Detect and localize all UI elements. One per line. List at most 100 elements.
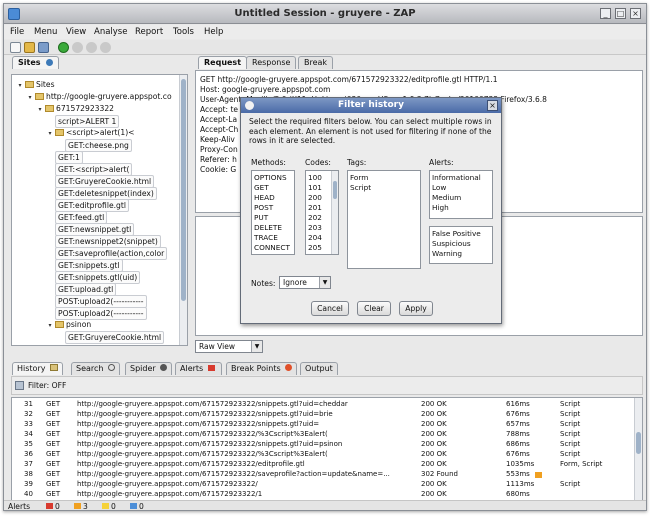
- tree-node[interactable]: POST:upload2(-----------: [47, 307, 147, 320]
- menu-tools[interactable]: Tools: [173, 27, 194, 37]
- method-option[interactable]: DELETE: [254, 223, 282, 233]
- table-row[interactable]: 32 GET http://google-gruyere.appspot.com/6…: [12, 410, 634, 420]
- tree-node[interactable]: GET:deletesnippet(index): [47, 187, 157, 200]
- menu-view[interactable]: View: [66, 27, 86, 37]
- table-row[interactable]: 36 GET http://google-gruyere.appspot.com/6…: [12, 450, 634, 460]
- tag-option[interactable]: Script: [350, 183, 371, 193]
- continue-icon[interactable]: [86, 42, 97, 53]
- tree-node[interactable]: ▾ Sites: [17, 79, 54, 91]
- apply-button[interactable]: Apply: [399, 301, 433, 316]
- alert-reliability-option[interactable]: Suspicious: [432, 239, 471, 249]
- code-option[interactable]: 101: [308, 183, 322, 193]
- method-option[interactable]: GET: [254, 183, 269, 193]
- clear-button[interactable]: Clear: [357, 301, 391, 316]
- tree-node[interactable]: script>ALERT 1: [47, 115, 120, 128]
- tree-node[interactable]: GET:1: [47, 151, 83, 164]
- menu-menu[interactable]: Menu: [34, 27, 57, 37]
- table-row[interactable]: 34 GET http://google-gruyere.appspot.com/6…: [12, 430, 634, 440]
- codes-scrollbar[interactable]: [331, 171, 338, 254]
- tab-request[interactable]: Request: [198, 56, 248, 69]
- expand-toggle-icon[interactable]: ▾: [47, 128, 53, 139]
- tree-node[interactable]: ▾ psinon: [47, 319, 91, 330]
- codes-list[interactable]: 100 101 200 201 202 203 204 205: [305, 170, 339, 255]
- codes-scroll-thumb[interactable]: [333, 181, 337, 199]
- dialog-close-icon[interactable]: ×: [487, 100, 498, 111]
- step-icon[interactable]: [72, 42, 83, 53]
- maximize-icon[interactable]: □: [615, 8, 626, 19]
- method-option[interactable]: PUT: [254, 213, 268, 223]
- tab-history[interactable]: History: [12, 362, 64, 375]
- tree-node[interactable]: GET:GruyereCookie.html: [57, 331, 165, 344]
- history-scroll-thumb[interactable]: [636, 432, 641, 454]
- expand-toggle-icon[interactable]: ▾: [27, 92, 33, 103]
- tab-break[interactable]: Break: [298, 56, 334, 69]
- history-scrollbar[interactable]: [634, 398, 642, 500]
- table-row[interactable]: 40 GET http://google-gruyere.appspot.com/6…: [12, 490, 634, 500]
- code-option[interactable]: 201: [308, 203, 322, 213]
- tab-break-points[interactable]: Break Points: [226, 362, 298, 375]
- filter-icon[interactable]: [15, 381, 24, 390]
- tab-alerts[interactable]: Alerts: [175, 362, 222, 375]
- method-option[interactable]: OPTIONS: [254, 173, 287, 183]
- expand-toggle-icon[interactable]: ▾: [47, 320, 53, 331]
- tree-node[interactable]: ▾ 671572923322: [37, 103, 114, 114]
- tree-node[interactable]: ▾ http://google-gruyere.appspot.co: [27, 91, 171, 103]
- menu-report[interactable]: Report: [135, 27, 163, 37]
- tree-node[interactable]: ▾ <script>alert(1)<: [47, 127, 134, 139]
- tags-list[interactable]: Form Script: [347, 170, 421, 269]
- stop-icon[interactable]: [100, 42, 111, 53]
- tree-node[interactable]: GET:editprofile.gtl: [47, 199, 129, 212]
- close-icon[interactable]: ×: [630, 8, 641, 19]
- expand-toggle-icon[interactable]: ▾: [37, 104, 43, 115]
- code-option[interactable]: 200: [308, 193, 322, 203]
- tree-node[interactable]: GET:GruyereCookie.html: [47, 175, 155, 188]
- save-session-icon[interactable]: [38, 42, 49, 53]
- tree-node[interactable]: POST:upload2(-----------: [47, 295, 147, 308]
- table-row[interactable]: 31 GET http://google-gruyere.appspot.com/6…: [12, 400, 634, 410]
- method-option[interactable]: TRACE: [254, 233, 278, 243]
- table-row[interactable]: 37 GET http://google-gruyere.appspot.com/6…: [12, 460, 634, 470]
- table-row[interactable]: 39 GET http://google-gruyere.appspot.com/6…: [12, 480, 634, 490]
- alert-reliability-option[interactable]: False Positive: [432, 229, 481, 239]
- menu-file[interactable]: File: [10, 27, 24, 37]
- tab-search[interactable]: Search: [71, 362, 121, 375]
- methods-list[interactable]: OPTIONS GET HEAD POST PUT DELETE TRACE CONNECT: [251, 170, 295, 255]
- tree-node[interactable]: GET:upload.gtl: [47, 283, 117, 296]
- method-option[interactable]: POST: [254, 203, 273, 213]
- start-icon[interactable]: [58, 42, 69, 53]
- tree-node[interactable]: GET:feed.gtl: [47, 211, 108, 224]
- notes-select[interactable]: Ignore ▼: [279, 276, 331, 289]
- cancel-button[interactable]: Cancel: [311, 301, 349, 316]
- table-row[interactable]: 38 GET http://google-gruyere.appspot.com/6…: [12, 470, 634, 480]
- alert-risk-option[interactable]: High: [432, 203, 449, 213]
- code-option[interactable]: 202: [308, 213, 322, 223]
- tree-scroll-thumb[interactable]: [181, 79, 186, 301]
- alert-risk-option[interactable]: Informational: [432, 173, 481, 183]
- new-session-icon[interactable]: [10, 42, 21, 53]
- tree-node[interactable]: GET:newsnippet2(snippet): [47, 235, 161, 248]
- menu-analyse[interactable]: Analyse: [94, 27, 127, 37]
- view-mode-select[interactable]: Raw View ▼: [195, 340, 263, 353]
- alert-risk-option[interactable]: Low: [432, 183, 446, 193]
- code-option[interactable]: 204: [308, 233, 322, 243]
- tab-sites[interactable]: Sites: [12, 56, 60, 69]
- tree-node[interactable]: GET:saveprofile(action,color: [47, 247, 168, 260]
- expand-toggle-icon[interactable]: ▾: [17, 80, 23, 91]
- tag-option[interactable]: Form: [350, 173, 368, 183]
- tab-spider[interactable]: Spider: [125, 362, 173, 375]
- minimize-icon[interactable]: _: [600, 8, 611, 19]
- alerts-risk-list[interactable]: Informational Low Medium High: [429, 170, 493, 219]
- table-row[interactable]: 33 GET http://google-gruyere.appspot.com/6…: [12, 420, 634, 430]
- code-option[interactable]: 203: [308, 223, 322, 233]
- tree-scrollbar[interactable]: [179, 75, 187, 345]
- method-option[interactable]: CONNECT: [254, 243, 290, 253]
- tree-node[interactable]: GET:snippets.gtl: [47, 259, 123, 272]
- alert-risk-option[interactable]: Medium: [432, 193, 461, 203]
- tree-node[interactable]: GET:newsnippet.gtl: [47, 223, 135, 236]
- alerts-reliability-list[interactable]: False Positive Suspicious Warning: [429, 226, 493, 264]
- alert-reliability-option[interactable]: Warning: [432, 249, 462, 259]
- tree-node[interactable]: GET:cheese.png: [57, 139, 132, 152]
- code-option[interactable]: 100: [308, 173, 322, 183]
- tree-node[interactable]: GET:snippets.gtl(uid): [47, 271, 141, 284]
- method-option[interactable]: HEAD: [254, 193, 275, 203]
